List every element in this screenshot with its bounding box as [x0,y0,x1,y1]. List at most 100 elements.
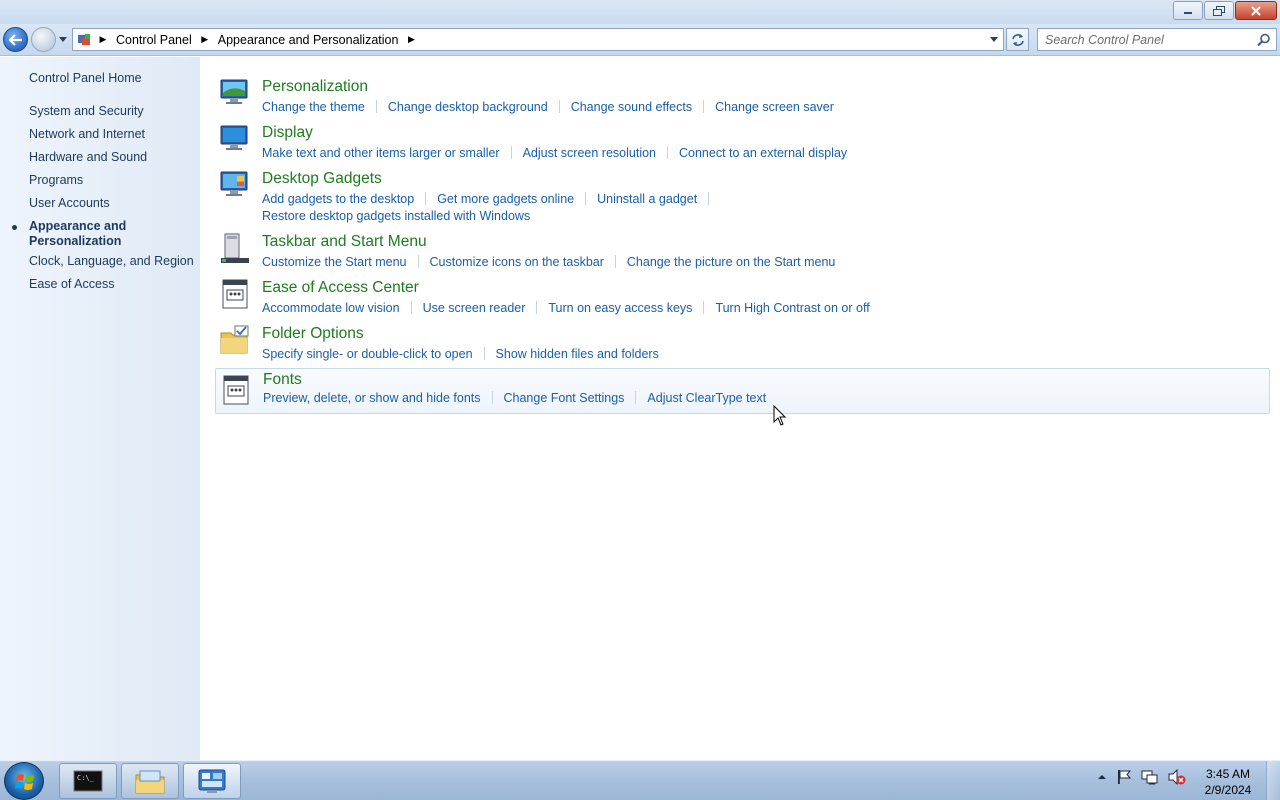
search-icon[interactable] [1257,33,1271,47]
search-input[interactable] [1038,32,1248,47]
volume-muted-icon[interactable] [1168,769,1186,785]
change-desktop-background-link[interactable]: Change desktop background [388,100,548,114]
folder-options-links: Specify single- or double-click to open … [262,345,1262,362]
easy-access-keys-link[interactable]: Turn on easy access keys [548,301,692,315]
taskbar: C:\_ 3:45 AM 2/9/2024 [0,760,1280,800]
current-item-bullet [12,225,17,230]
breadcrumb-appearance-personalization[interactable]: Appearance and Personalization [212,33,405,47]
folder-options-title[interactable]: Folder Options [262,325,364,343]
breadcrumb-separator-icon[interactable]: ▶ [198,34,212,45]
make-text-larger-link[interactable]: Make text and other items larger or smal… [262,146,500,160]
taskbar-control-panel[interactable] [183,763,241,799]
category-fonts[interactable]: Fonts Preview, delete, or show and hide … [215,368,1270,414]
nav-hardware-sound[interactable]: Hardware and Sound [29,150,147,165]
restore-gadgets-link[interactable]: Restore desktop gadgets installed with W… [262,209,530,223]
breadcrumb-control-panel[interactable]: Control Panel [110,33,198,47]
show-hidden-files-link[interactable]: Show hidden files and folders [496,347,659,361]
control-panel-small-icon [78,33,90,45]
start-button[interactable] [4,762,44,800]
personalization-icon[interactable] [219,77,251,109]
back-button[interactable] [3,27,28,52]
control-panel-home-link[interactable]: Control Panel Home [29,71,142,86]
nav-clock-language-region[interactable]: Clock, Language, and Region [29,254,194,269]
nav-appearance-personalization: Appearance and Personalization [29,219,127,248]
connect-external-display-link[interactable]: Connect to an external display [679,146,847,160]
taskbar-start-menu-title[interactable]: Taskbar and Start Menu [262,233,427,251]
ease-of-access-links: Accommodate low vision Use screen reader… [262,299,1262,316]
change-sound-effects-link[interactable]: Change sound effects [571,100,692,114]
change-font-settings-link[interactable]: Change Font Settings [504,391,625,405]
command-prompt-icon: C:\_ [73,770,103,792]
address-bar[interactable]: ▶ Control Panel ▶ Appearance and Persona… [72,28,1004,51]
desktop-gadgets-links: Add gadgets to the desktop Get more gadg… [262,190,1262,224]
single-double-click-link[interactable]: Specify single- or double-click to open [262,347,473,361]
minimize-button[interactable] [1173,1,1203,20]
svg-text:C:\_: C:\_ [77,774,95,782]
taskbar-windows-explorer[interactable] [121,763,179,799]
display-links: Make text and other items larger or smal… [262,144,1262,161]
desktop-gadgets-icon[interactable] [219,169,251,201]
category-personalization: Personalization Change the theme Change … [215,77,1270,117]
restore-icon [1213,5,1225,16]
display-title[interactable]: Display [262,124,313,142]
clock-date: 2/9/2024 [1204,783,1252,797]
back-arrow-icon [8,33,22,46]
add-gadgets-link[interactable]: Add gadgets to the desktop [262,192,414,206]
folder-options-icon[interactable] [219,324,251,356]
address-dropdown-icon[interactable] [989,36,999,44]
display-icon[interactable] [219,123,251,155]
category-desktop-gadgets: Desktop Gadgets Add gadgets to the deskt… [215,169,1270,227]
fonts-title[interactable]: Fonts [263,371,302,389]
nav-programs[interactable]: Programs [29,173,83,188]
show-hidden-icons-chevron[interactable] [1097,772,1107,782]
desktop-gadgets-title[interactable]: Desktop Gadgets [262,170,382,188]
change-start-menu-picture-link[interactable]: Change the picture on the Start menu [627,255,835,269]
title-bar [0,0,1280,24]
change-screen-saver-link[interactable]: Change screen saver [715,100,834,114]
windows-logo-icon [15,774,34,790]
nav-network-internet[interactable]: Network and Internet [29,127,145,142]
accommodate-low-vision-link[interactable]: Accommodate low vision [262,301,400,315]
network-icon[interactable] [1141,769,1159,785]
adjust-screen-resolution-link[interactable]: Adjust screen resolution [523,146,656,160]
personalization-title[interactable]: Personalization [262,78,368,96]
ease-of-access-icon[interactable] [219,278,251,310]
control-panel-icon [198,769,226,793]
minimize-icon [1184,11,1192,14]
fonts-links: Preview, delete, or show and hide fonts … [263,389,1263,406]
customize-start-menu-link[interactable]: Customize the Start menu [262,255,407,269]
adjust-cleartype-link[interactable]: Adjust ClearType text [647,391,766,405]
action-center-flag-icon[interactable] [1116,769,1132,785]
nav-ease-of-access[interactable]: Ease of Access [29,277,114,292]
recent-pages-dropdown-icon[interactable] [58,34,68,44]
maximize-button[interactable] [1204,1,1234,20]
get-more-gadgets-link[interactable]: Get more gadgets online [437,192,574,206]
breadcrumb-separator-icon[interactable]: ▶ [404,34,418,45]
customize-taskbar-icons-link[interactable]: Customize icons on the taskbar [430,255,604,269]
navigation-bar: ▶ Control Panel ▶ Appearance and Persona… [0,24,1280,56]
system-clock[interactable]: 3:45 AM 2/9/2024 [1197,766,1259,798]
refresh-icon [1011,33,1024,46]
category-folder-options: Folder Options Specify single- or double… [215,324,1270,364]
uninstall-gadget-link[interactable]: Uninstall a gadget [597,192,697,206]
change-theme-link[interactable]: Change the theme [262,100,365,114]
taskbar-icon[interactable] [219,232,251,264]
refresh-button[interactable] [1006,28,1029,51]
ease-of-access-center-title[interactable]: Ease of Access Center [262,279,419,297]
show-desktop-button[interactable] [1266,761,1280,800]
search-box[interactable] [1037,28,1277,51]
window-controls [1172,1,1277,20]
main-content: Personalization Change the theme Change … [200,57,1280,760]
preview-fonts-link[interactable]: Preview, delete, or show and hide fonts [263,391,481,405]
forward-button[interactable] [31,27,56,52]
mouse-cursor-icon [773,405,787,426]
nav-user-accounts[interactable]: User Accounts [29,196,110,211]
use-screen-reader-link[interactable]: Use screen reader [423,301,526,315]
fonts-icon[interactable] [220,374,252,406]
taskbar-command-prompt[interactable]: C:\_ [59,763,117,799]
category-ease-of-access-center: Ease of Access Center Accommodate low vi… [215,278,1270,318]
high-contrast-link[interactable]: Turn High Contrast on or off [715,301,869,315]
close-button[interactable] [1235,1,1277,20]
breadcrumb-separator-icon[interactable]: ▶ [96,34,110,45]
nav-system-security[interactable]: System and Security [29,104,144,119]
